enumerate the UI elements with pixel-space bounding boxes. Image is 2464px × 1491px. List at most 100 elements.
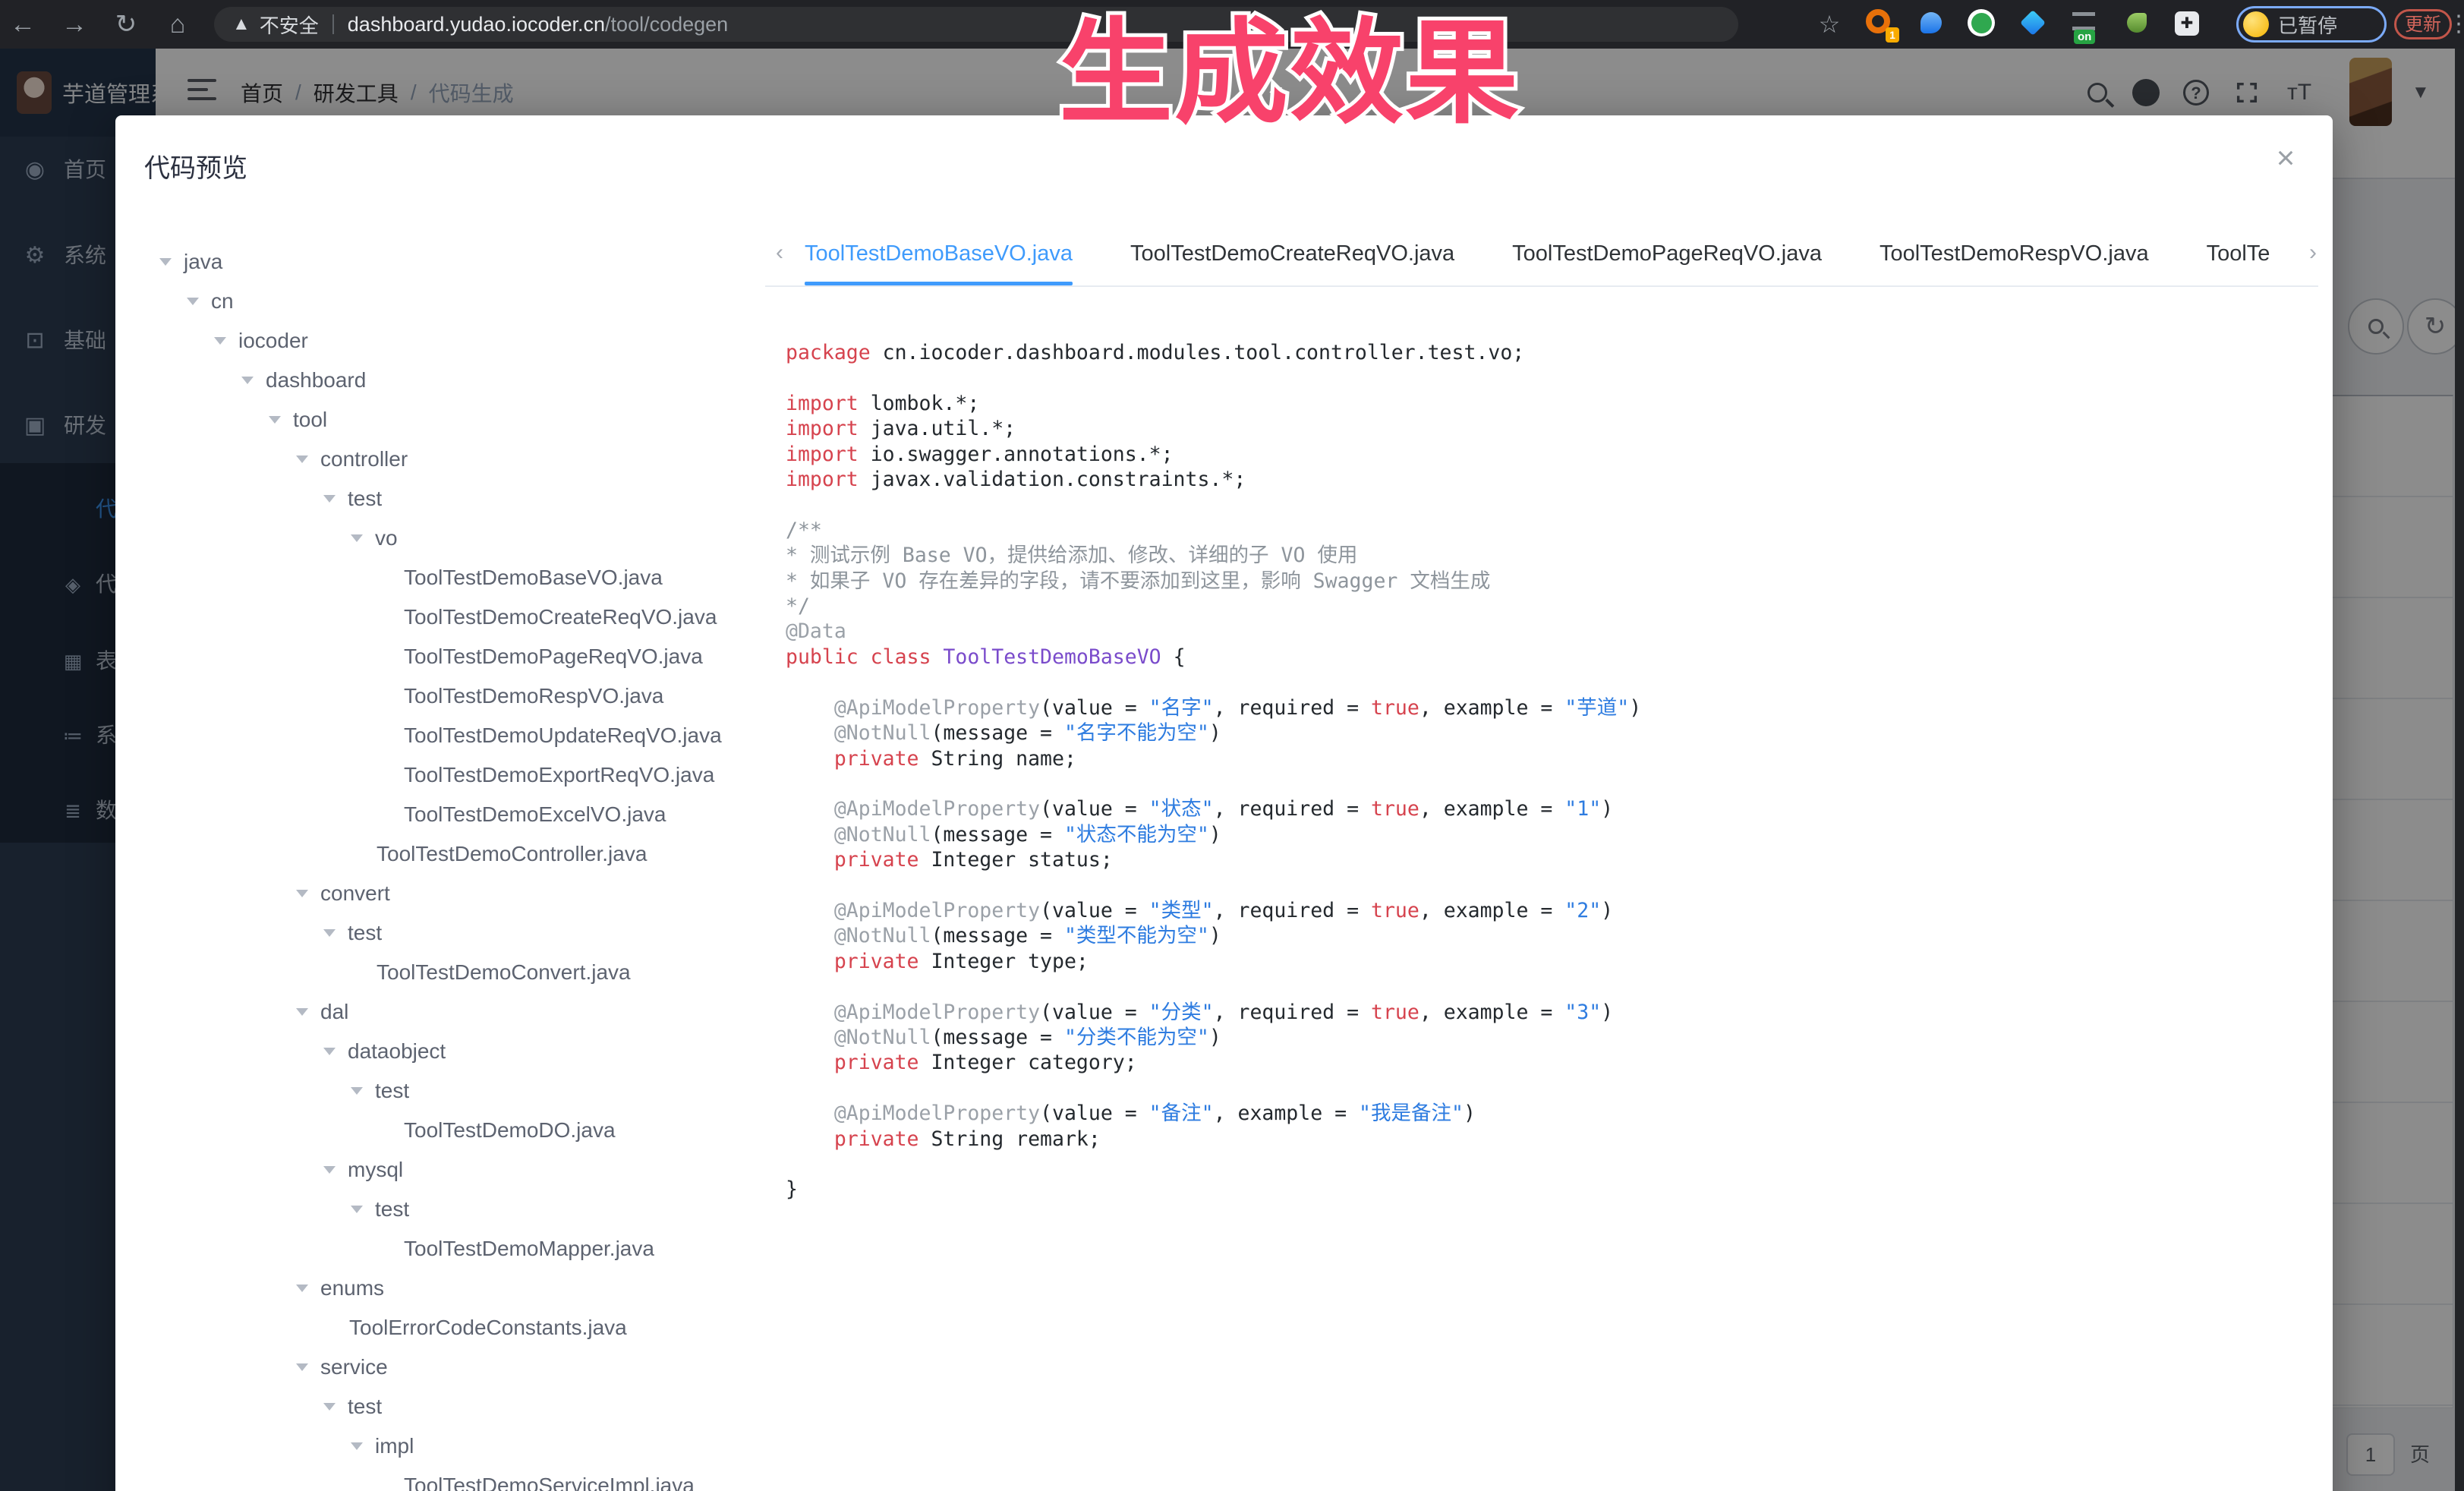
caret-down-icon[interactable] — [323, 1048, 336, 1055]
caret-down-icon[interactable] — [159, 258, 172, 266]
file-tab[interactable]: ToolTestDemoRespVO.java — [1880, 222, 2149, 285]
code-line: } — [786, 1177, 2304, 1202]
code-line — [786, 1152, 2304, 1177]
caret-down-icon[interactable] — [323, 929, 336, 937]
code-line: import lombok.*; — [786, 391, 2304, 416]
file-tabs: ToolTestDemoBaseVO.java ToolTestDemoCreat… — [805, 222, 2285, 285]
code-line: @NotNull(message = "类型不能为空") — [786, 923, 2304, 948]
tree-node-file[interactable]: ToolTestDemoExcelVO.java — [141, 795, 756, 834]
browser-update-button[interactable]: 更新 — [2394, 9, 2452, 39]
code-line: import io.swagger.annotations.*; — [786, 442, 2304, 467]
tree-node-folder[interactable]: test — [141, 1071, 756, 1111]
code-line — [786, 974, 2304, 999]
tabs-prev-icon[interactable]: ‹ — [776, 222, 783, 287]
caret-down-icon[interactable] — [351, 534, 363, 542]
back-icon[interactable]: ← — [6, 0, 39, 49]
file-tab[interactable]: ToolTestDemoCreateReqVO.java — [1130, 222, 1454, 285]
code-preview-modal: 代码预览 × javacniocoderdashboardtoolcontrol… — [115, 115, 2333, 1491]
tree-node-file[interactable]: ToolTestDemoConvert.java — [141, 953, 756, 992]
tree-node-file[interactable]: ToolTestDemoServiceImpl.java — [141, 1466, 756, 1491]
extension-green-circle-icon[interactable] — [1968, 9, 1998, 39]
tree-node-folder[interactable]: impl — [141, 1426, 756, 1466]
caret-down-icon[interactable] — [323, 1403, 336, 1411]
caret-down-icon[interactable] — [269, 416, 281, 424]
screen: ← → ↻ ⌂ ▲ 不安全 dashboard.yudao.iocoder.cn… — [0, 0, 2464, 1491]
tree-node-file[interactable]: ToolErrorCodeConstants.java — [141, 1308, 756, 1348]
tree-node-folder[interactable]: tool — [141, 400, 756, 440]
file-tree: javacniocoderdashboardtoolcontrollertest… — [141, 242, 756, 1491]
tree-node-file[interactable]: ToolTestDemoExportReqVO.java — [141, 755, 756, 795]
close-icon[interactable]: × — [2269, 141, 2302, 175]
url-path[interactable]: /tool/codegen — [605, 13, 728, 36]
tree-node-folder[interactable]: controller — [141, 440, 756, 479]
caret-down-icon[interactable] — [296, 890, 308, 897]
caret-down-icon[interactable] — [351, 1442, 363, 1450]
extension-drop-icon[interactable] — [1917, 9, 1948, 39]
caret-down-icon[interactable] — [296, 1008, 308, 1016]
callout-annotation: 生成效果 — [1059, 11, 1520, 136]
extension-orange-icon[interactable]: 1 — [1866, 9, 1896, 39]
code-view: package cn.iocoder.dashboard.modules.too… — [786, 340, 2304, 1203]
tree-node-file[interactable]: ToolTestDemoPageReqVO.java — [141, 637, 756, 676]
code-line — [786, 492, 2304, 517]
tree-node-file[interactable]: ToolTestDemoCreateReqVO.java — [141, 597, 756, 637]
caret-down-icon[interactable] — [351, 1206, 363, 1213]
tree-node-file[interactable]: ToolTestDemoBaseVO.java — [141, 558, 756, 597]
caret-down-icon[interactable] — [351, 1087, 363, 1095]
caret-down-icon[interactable] — [296, 1285, 308, 1292]
tree-node-folder[interactable]: java — [141, 242, 756, 282]
bookmark-star-icon[interactable]: ☆ — [1813, 0, 1846, 49]
tree-node-folder[interactable]: test — [141, 479, 756, 519]
tabs-next-icon[interactable]: › — [2309, 222, 2317, 287]
tree-node-folder[interactable]: service — [141, 1348, 756, 1387]
tree-node-file[interactable]: ToolTestDemoRespVO.java — [141, 676, 756, 716]
caret-down-icon[interactable] — [296, 1363, 308, 1371]
tree-node-folder[interactable]: mysql — [141, 1150, 756, 1190]
caret-down-icon[interactable] — [323, 495, 336, 503]
modal-title: 代码预览 — [144, 147, 247, 184]
tree-node-folder[interactable]: vo — [141, 519, 756, 558]
tree-node-folder[interactable]: enums — [141, 1269, 756, 1308]
file-tab[interactable]: ToolTestDemoPageReqVO.java — [1512, 222, 1822, 285]
profile-paused-chip[interactable]: 已暂停 — [2236, 6, 2387, 43]
caret-down-icon[interactable] — [187, 298, 199, 305]
code-line — [786, 873, 2304, 898]
caret-down-icon[interactable] — [241, 377, 254, 384]
file-tab[interactable]: ToolTestDemoBaseVO.java — [805, 222, 1073, 285]
tree-node-folder[interactable]: dataobject — [141, 1032, 756, 1071]
code-line: private Integer status; — [786, 847, 2304, 872]
caret-down-icon[interactable] — [296, 455, 308, 463]
tree-node-file[interactable]: ToolTestDemoUpdateReqVO.java — [141, 716, 756, 755]
tree-node-file[interactable]: ToolTestDemoController.java — [141, 834, 756, 874]
code-line: @ApiModelProperty(value = "状态", required… — [786, 796, 2304, 821]
code-line: private String name; — [786, 746, 2304, 771]
code-line: import javax.validation.constraints.*; — [786, 467, 2304, 492]
extension-leaf-icon[interactable] — [2123, 9, 2154, 39]
caret-down-icon[interactable] — [323, 1166, 336, 1174]
forward-icon[interactable]: → — [58, 0, 91, 49]
tree-node-folder[interactable]: cn — [141, 282, 756, 321]
home-icon[interactable]: ⌂ — [161, 0, 194, 49]
reload-icon[interactable]: ↻ — [109, 0, 143, 49]
code-line: private String remark; — [786, 1127, 2304, 1152]
tree-node-folder[interactable]: iocoder — [141, 321, 756, 361]
tree-node-folder[interactable]: test — [141, 913, 756, 953]
tree-node-folder[interactable]: test — [141, 1190, 756, 1229]
security-label[interactable]: 不安全 — [260, 11, 319, 39]
tree-node-folder[interactable]: dal — [141, 992, 756, 1032]
tree-node-folder[interactable]: convert — [141, 874, 756, 913]
caret-down-icon[interactable] — [214, 337, 226, 345]
tree-node-file[interactable]: ToolTestDemoDO.java — [141, 1111, 756, 1150]
code-line: import java.util.*; — [786, 416, 2304, 441]
tree-node-folder[interactable]: dashboard — [141, 361, 756, 400]
file-tab[interactable]: ToolTe — [2207, 222, 2270, 285]
extension-list-on-icon[interactable]: on — [2072, 9, 2103, 39]
tree-node-file[interactable]: ToolTestDemoMapper.java — [141, 1229, 756, 1269]
code-line: @ApiModelProperty(value = "分类", required… — [786, 1000, 2304, 1025]
extension-puzzle-icon[interactable]: ✚ — [2173, 9, 2203, 39]
tree-node-folder[interactable]: test — [141, 1387, 756, 1426]
url-host[interactable]: dashboard.yudao.iocoder.cn — [348, 13, 605, 36]
code-line: private Integer type; — [786, 949, 2304, 974]
browser-menu-icon[interactable]: ⋮ — [2447, 0, 2464, 49]
extension-diamond-icon[interactable] — [2019, 9, 2050, 39]
